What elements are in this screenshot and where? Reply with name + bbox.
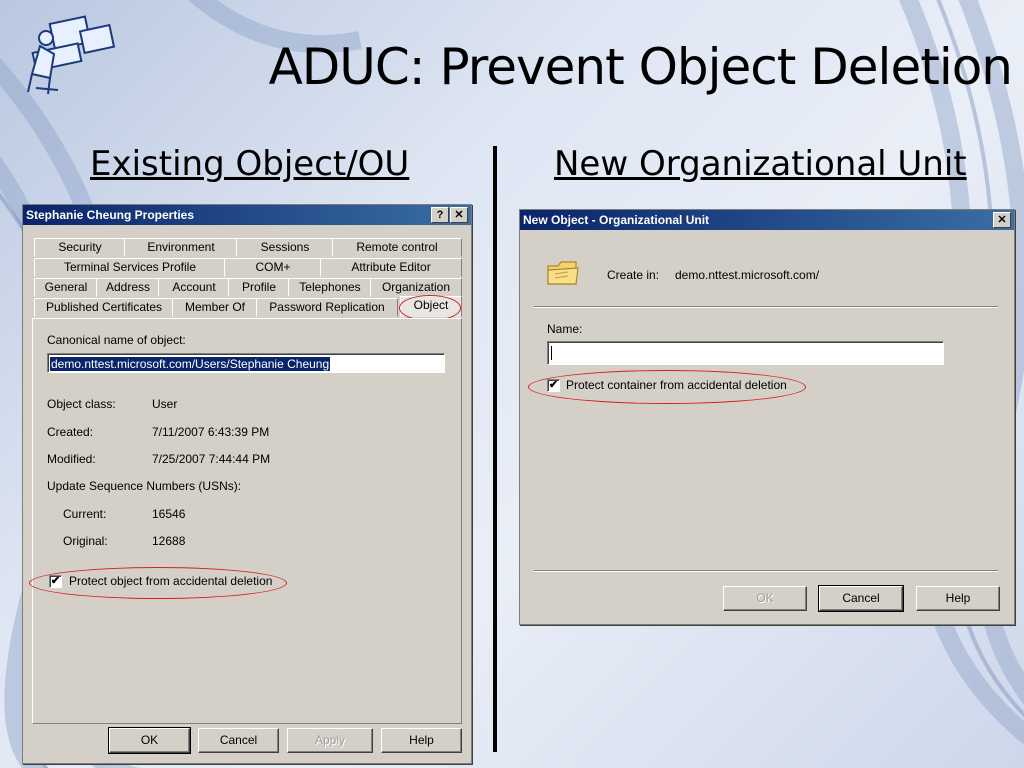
object-tab-panel: Canonical name of object: demo.nttest.mi… (29, 318, 462, 724)
tab-attribute-editor[interactable]: Attribute Editor (320, 258, 462, 277)
original-usn-label: Original: (63, 534, 108, 548)
canonical-name-label: Canonical name of object: (47, 333, 186, 347)
tab-com-plus[interactable]: COM+ (224, 258, 322, 277)
created-label: Created: (47, 425, 94, 439)
separator-bottom (534, 570, 998, 572)
tab-security[interactable]: Security (34, 238, 126, 257)
help-button[interactable]: Help (916, 586, 1000, 611)
object-class-label: Object class: (47, 397, 116, 411)
folder-icon (547, 261, 579, 285)
new-ou-dialog: New Object - Organizational Unit ✕ Creat… (519, 209, 1015, 625)
created-value: 7/11/2007 6:43:39 PM (152, 425, 270, 439)
create-in-value: demo.nttest.microsoft.com/ (675, 268, 820, 282)
separator (534, 306, 998, 308)
modified-value: 7/25/2007 7:44:44 PM (152, 452, 271, 466)
protect-object-highlight-oval (29, 567, 287, 599)
tab-sessions[interactable]: Sessions (236, 238, 334, 257)
tab-telephones[interactable]: Telephones (288, 278, 372, 297)
slide-title: ADUC: Prevent Object Deletion (268, 38, 1013, 96)
name-label: Name: (547, 322, 583, 336)
tab-organization[interactable]: Organization (370, 278, 462, 297)
help-button[interactable]: Help (381, 728, 462, 753)
ok-button[interactable]: OK (723, 586, 807, 611)
tab-terminal-services-profile[interactable]: Terminal Services Profile (34, 258, 226, 277)
tab-published-certificates[interactable]: Published Certificates (34, 298, 174, 317)
tab-address[interactable]: Address (96, 278, 160, 297)
properties-dialog: Stephanie Cheung Properties ? ✕ Security… (22, 204, 472, 764)
close-icon[interactable]: ✕ (450, 207, 468, 223)
new-ou-titlebar: New Object - Organizational Unit ✕ (520, 210, 1014, 230)
text-caret (551, 345, 552, 360)
cancel-button[interactable]: Cancel (198, 728, 279, 753)
tab-member-of[interactable]: Member Of (172, 298, 258, 317)
name-input[interactable] (547, 341, 944, 365)
create-in-label: Create in: (607, 268, 660, 282)
original-usn-value: 12688 (152, 534, 186, 548)
usn-label: Update Sequence Numbers (USNs): (47, 479, 242, 493)
tab-password-replication[interactable]: Password Replication (256, 298, 398, 317)
properties-titlebar: Stephanie Cheung Properties ? ✕ (23, 205, 471, 225)
right-heading: New Organizational Unit (554, 144, 967, 184)
modified-label: Modified: (47, 452, 96, 466)
canonical-name-value: demo.nttest.microsoft.com/Users/Stephani… (50, 357, 331, 371)
close-icon[interactable]: ✕ (993, 212, 1011, 228)
tab-environment[interactable]: Environment (124, 238, 238, 257)
current-usn-label: Current: (63, 507, 107, 521)
properties-title: Stephanie Cheung Properties (26, 208, 195, 222)
column-divider (493, 146, 497, 752)
current-usn-value: 16546 (152, 507, 186, 521)
tab-remote-control[interactable]: Remote control (332, 238, 462, 257)
new-ou-title: New Object - Organizational Unit (523, 213, 710, 227)
canonical-name-field[interactable]: demo.nttest.microsoft.com/Users/Stephani… (47, 353, 445, 373)
tab-account[interactable]: Account (158, 278, 230, 297)
cancel-button[interactable]: Cancel (818, 585, 904, 612)
left-heading: Existing Object/OU (90, 144, 410, 184)
apply-button[interactable]: Apply (287, 728, 373, 753)
computer-user-clipart-icon (27, 15, 116, 95)
tab-profile[interactable]: Profile (228, 278, 290, 297)
protect-container-highlight-oval (528, 370, 806, 404)
tab-general[interactable]: General (34, 278, 98, 297)
object-class-value: User (152, 397, 178, 411)
help-title-button[interactable]: ? (431, 207, 449, 223)
ok-button[interactable]: OK (108, 727, 191, 754)
